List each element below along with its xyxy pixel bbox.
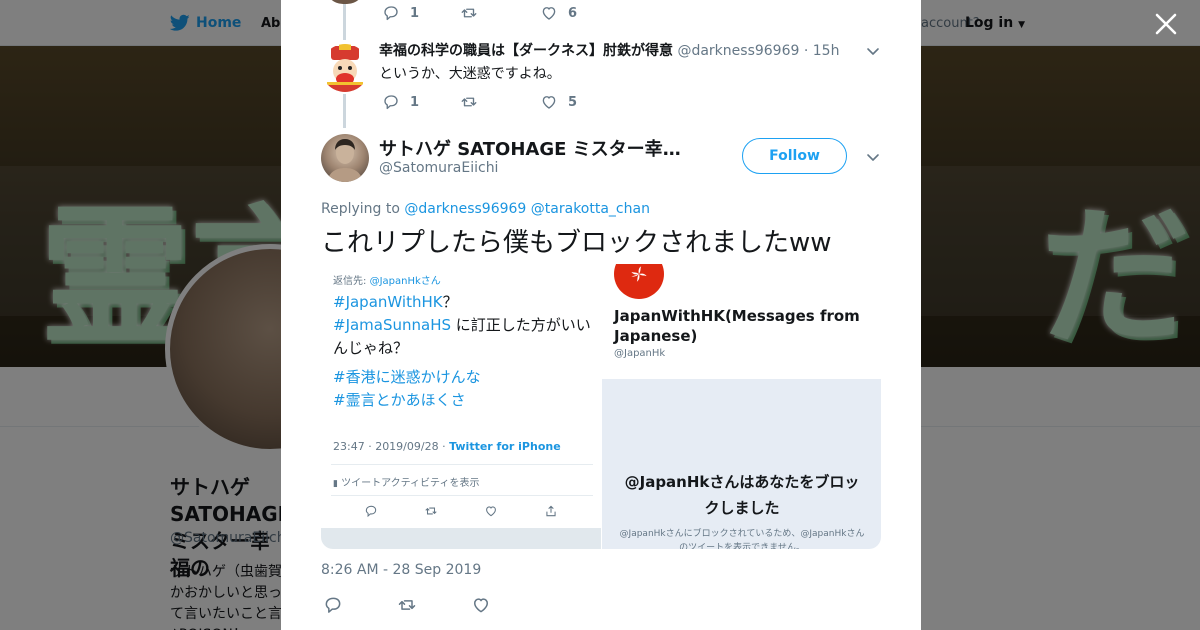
bar-chart-icon: ▮ — [333, 479, 338, 489]
image1-reply-prefix: 返信先: — [333, 276, 370, 287]
reply-text: というか、大迷惑ですよね。 — [379, 66, 561, 82]
image1-hashtag: #JamaSunnaHS — [333, 316, 452, 334]
thread-connector-line — [343, 94, 346, 128]
person-photo-icon — [327, 139, 363, 182]
image1-hashtag: #香港に迷惑かけんな — [333, 368, 481, 386]
image1-hashtag: #霊言とかあほくさ — [333, 391, 466, 409]
main-more-menu[interactable] — [865, 149, 881, 165]
image2-account-name: JapanWithHK(Messages from Japanese) — [614, 307, 860, 345]
reply-icon[interactable] — [323, 595, 343, 615]
image1-text: ？ — [442, 293, 458, 311]
replying-mention-1[interactable]: @darkness96969 — [404, 201, 526, 217]
reply-action[interactable]: 1 — [382, 93, 460, 111]
reply-icon — [365, 505, 377, 518]
close-button[interactable] — [1154, 12, 1178, 36]
divider — [331, 495, 593, 496]
image1-stamp-source: Twitter for iPhone — [449, 440, 561, 453]
image1-reply-mention: @JapanHkさん — [369, 276, 441, 287]
reply-tweet-actions: 1 5 — [382, 93, 577, 111]
image1-action-icons — [321, 504, 601, 518]
retweet-action[interactable] — [460, 4, 540, 22]
image1-activity-link: ▮ ツイートアクティビティを表示 — [333, 474, 479, 489]
reply-icon — [384, 95, 398, 110]
reply-icon — [384, 6, 398, 21]
prev-tweet-avatar — [325, 0, 365, 4]
attached-image-2[interactable]: JapanWithHK(Messages from Japanese) @Jap… — [602, 264, 881, 549]
reply-time[interactable]: · 15h — [804, 43, 840, 59]
retweet-icon — [461, 8, 477, 18]
reply-count: 1 — [410, 94, 420, 110]
replying-mention-2[interactable]: @tarakotta_chan — [531, 201, 650, 217]
attached-image-1[interactable]: 返信先: @JapanHkさん #JapanWithHK？ #JamaSunna… — [321, 264, 601, 549]
image2-block-notice: @JapanHkさんはあなたをブロックしました @JapanHkさんにブロックさ… — [602, 379, 881, 549]
tweet-media-grid: 返信先: @JapanHkさん #JapanWithHK？ #JamaSunna… — [321, 264, 881, 549]
reply-author-handle[interactable]: @darkness96969 — [677, 43, 799, 59]
main-author-name[interactable]: サトハゲ SATOHAGE ミスター幸福... — [379, 135, 693, 161]
main-author-handle[interactable]: @SatomuraEiichi — [379, 160, 498, 176]
like-action[interactable]: 6 — [540, 4, 577, 22]
image2-account-handle: @JapanHk — [614, 348, 666, 359]
thread-connector-line — [343, 0, 346, 40]
image1-tweet-body: #JapanWithHK？ #JamaSunnaHS に訂正した方がいいんじゃね… — [333, 291, 595, 412]
like-count: 6 — [568, 5, 578, 21]
divider — [331, 464, 593, 465]
heart-icon — [486, 506, 496, 517]
image1-reply-line: 返信先: @JapanHkさん — [333, 272, 441, 287]
retweet-icon[interactable] — [397, 595, 417, 615]
follow-button[interactable]: Follow — [742, 138, 847, 174]
share-icon — [546, 505, 556, 517]
main-tweet-actions — [323, 595, 491, 615]
reply-author-name[interactable]: 幸福の科学の職員は【ダークネス】肘鉄が得意 — [379, 43, 673, 59]
tweet-modal: 1 6 幸福の科学の職員は【ダークネス】肘鉄が得意 @darkness96969… — [281, 0, 921, 630]
prev-tweet-actions: 1 6 — [382, 4, 577, 22]
image1-stamp-date: 23:47 · 2019/09/28 · — [333, 440, 450, 453]
heart-icon — [542, 7, 556, 20]
retweet-icon — [461, 97, 477, 107]
main-tweet-timestamp[interactable]: 8:26 AM - 28 Sep 2019 — [321, 562, 481, 578]
main-tweet-text: これリプしたら僕もブロックされましたww — [321, 228, 832, 258]
cartoon-character-icon — [327, 44, 363, 92]
heart-icon — [542, 96, 556, 109]
retweet-icon — [425, 507, 437, 515]
heart-icon[interactable] — [471, 595, 491, 615]
image1-timestamp: 23:47 · 2019/09/28 · Twitter for iPhone — [333, 440, 561, 453]
reply-more-menu[interactable] — [865, 43, 881, 59]
image1-footer — [321, 528, 601, 549]
like-count: 5 — [568, 94, 578, 110]
like-action[interactable]: 5 — [540, 93, 577, 111]
reply-action[interactable]: 1 — [382, 4, 460, 22]
main-author-avatar[interactable] — [321, 134, 369, 182]
image1-activity-label: ツイートアクティビティを表示 — [341, 478, 480, 489]
replying-to-line: Replying to @darkness96969 @tarakotta_ch… — [321, 201, 650, 217]
chevron-down-icon — [867, 154, 879, 161]
image2-block-subtitle: @JapanHkさんにブロックされているため、@JapanHkさんのツイートを表… — [619, 529, 865, 549]
reply-author-avatar[interactable] — [321, 44, 369, 92]
close-icon — [1155, 13, 1177, 35]
chevron-down-icon — [867, 48, 879, 55]
retweet-action[interactable] — [460, 93, 540, 111]
reply-count: 1 — [410, 5, 420, 21]
replying-prefix: Replying to — [321, 201, 400, 217]
reply-header: 幸福の科学の職員は【ダークネス】肘鉄が得意 @darkness96969 · 1… — [379, 42, 839, 60]
image2-block-title: @JapanHkさんはあなたをブロックしました — [624, 473, 860, 517]
bauhinia-flag-icon — [614, 264, 664, 299]
image1-hashtag: #JapanWithHK — [333, 293, 443, 311]
